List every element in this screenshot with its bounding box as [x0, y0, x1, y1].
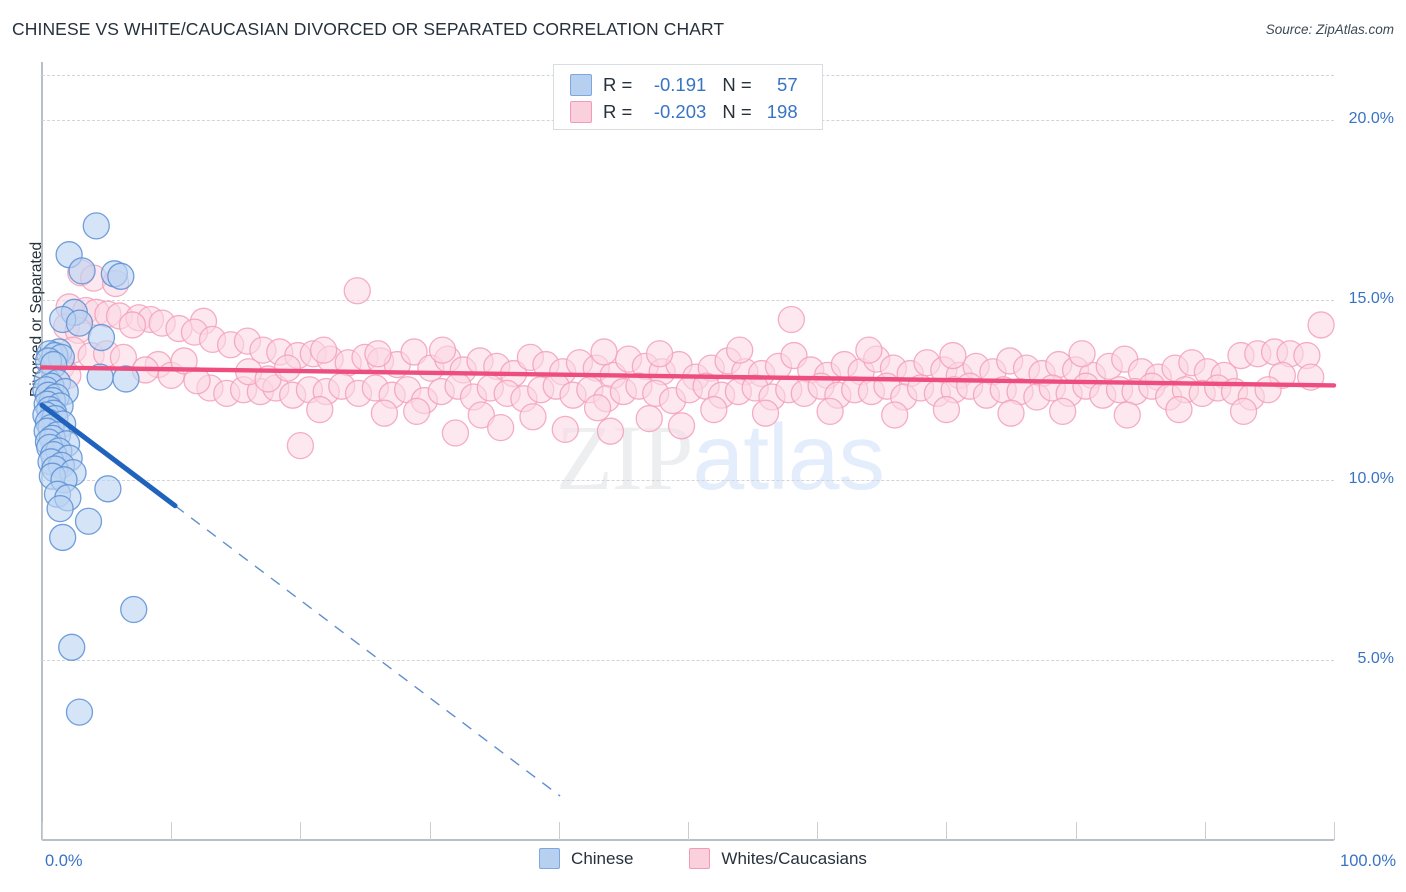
gridline — [42, 659, 1334, 661]
x-axis-tick — [1075, 822, 1077, 840]
correlation-legend: R = -0.191 N = 57 R = -0.203 N = 198 — [553, 64, 823, 130]
n-value: 198 — [766, 100, 798, 122]
x-axis-tick — [42, 822, 43, 840]
series-legend-label: Chinese — [571, 848, 634, 868]
legend-color-swatch — [570, 100, 592, 123]
page-title: CHINESE VS WHITE/CAUCASIAN DIVORCED OR S… — [12, 19, 725, 39]
correlation-legend-row: R = -0.203 N = 198 — [554, 98, 822, 125]
x-axis-tick — [1204, 822, 1206, 840]
x-axis-tick — [429, 822, 431, 840]
x-axis-tick — [946, 822, 948, 840]
correlation-chart: CHINESE VS WHITE/CAUCASIAN DIVORCED OR S… — [0, 0, 1406, 892]
legend-color-swatch — [539, 848, 561, 869]
legend-color-swatch — [689, 848, 711, 869]
y-axis-tick-label: 15.0% — [1348, 289, 1394, 307]
series-legend-item-chinese[interactable]: Chinese — [539, 848, 633, 869]
x-axis-tick — [1334, 822, 1335, 840]
gridline — [42, 479, 1334, 481]
r-value: -0.191 — [653, 73, 707, 95]
n-value: 57 — [777, 73, 798, 95]
y-axis-tick-label: 10.0% — [1348, 469, 1394, 487]
x-axis-tick — [817, 822, 819, 840]
series-legend: Chinese Whites/Caucasians — [0, 848, 1406, 869]
legend-color-swatch — [570, 73, 592, 96]
n-label: N = — [722, 100, 752, 122]
r-value: -0.203 — [653, 100, 707, 122]
series-legend-label: Whites/Caucasians — [721, 848, 867, 868]
x-axis-tick — [688, 822, 689, 840]
x-axis-tick — [558, 822, 560, 840]
r-label: R = — [603, 100, 633, 122]
series-legend-item-whites-caucasians[interactable]: Whites/Caucasians — [689, 848, 867, 869]
x-axis-tick — [171, 822, 173, 840]
correlation-legend-row: R = -0.191 N = 57 — [554, 71, 822, 98]
r-label: R = — [603, 73, 633, 95]
gridline — [42, 299, 1334, 301]
y-axis-title: Divorced or Separated — [28, 241, 45, 397]
x-axis-tick — [300, 822, 302, 840]
plot-area: Divorced or Separated — [28, 62, 1334, 840]
y-axis-tick-label: 20.0% — [1348, 109, 1394, 127]
y-axis-tick-label: 5.0% — [1357, 649, 1394, 667]
n-label: N = — [722, 73, 752, 95]
source-attribution: Source: ZipAtlas.com — [1265, 22, 1394, 37]
